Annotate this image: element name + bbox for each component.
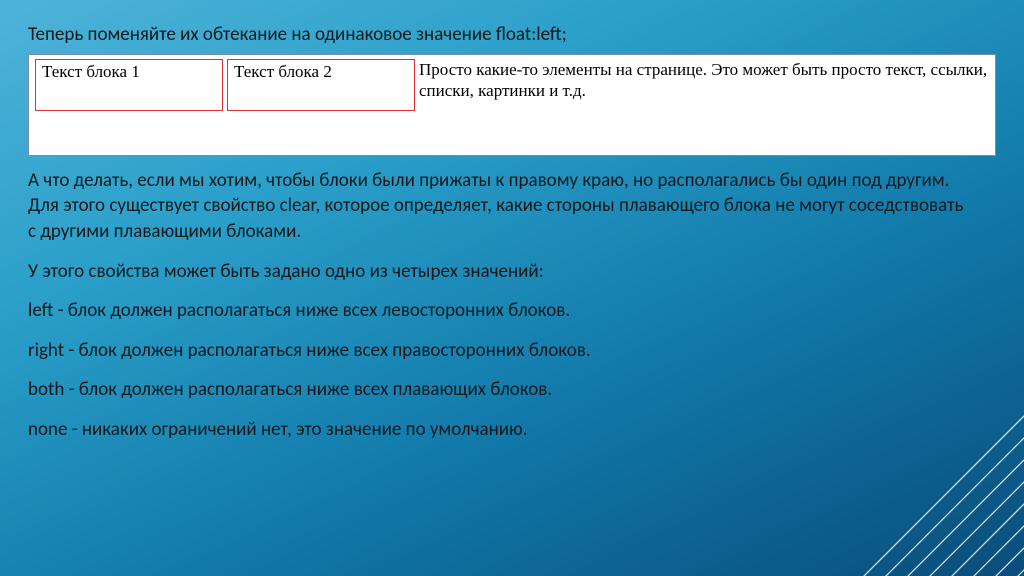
value-none: none - никаких ограничений нет, это знач… — [28, 417, 968, 443]
intro-text: Теперь поменяйте их обтекание на одинако… — [28, 22, 996, 48]
float-block-1: Текст блока 1 — [35, 59, 223, 111]
demo-container: Текст блока 1 Текст блока 2 Просто какие… — [28, 54, 996, 156]
para-values-intro: У этого свойства может быть задано одно … — [28, 259, 968, 285]
demo-inner: Текст блока 1 Текст блока 2 Просто какие… — [29, 55, 995, 108]
value-both: both - блок должен располагаться ниже вс… — [28, 377, 968, 403]
value-right: right - блок должен располагаться ниже в… — [28, 338, 968, 364]
slide: Теперь поменяйте их обтекание на одинако… — [0, 0, 1024, 576]
float-block-1-text: Текст блока 1 — [42, 62, 140, 81]
value-left: left - блок должен располагаться ниже вс… — [28, 298, 968, 324]
float-block-2-text: Текст блока 2 — [234, 62, 332, 81]
para-main: А что делать, если мы хотим, чтобы блоки… — [28, 168, 968, 245]
body-paragraphs: А что делать, если мы хотим, чтобы блоки… — [28, 168, 968, 443]
float-block-2: Текст блока 2 — [227, 59, 415, 111]
